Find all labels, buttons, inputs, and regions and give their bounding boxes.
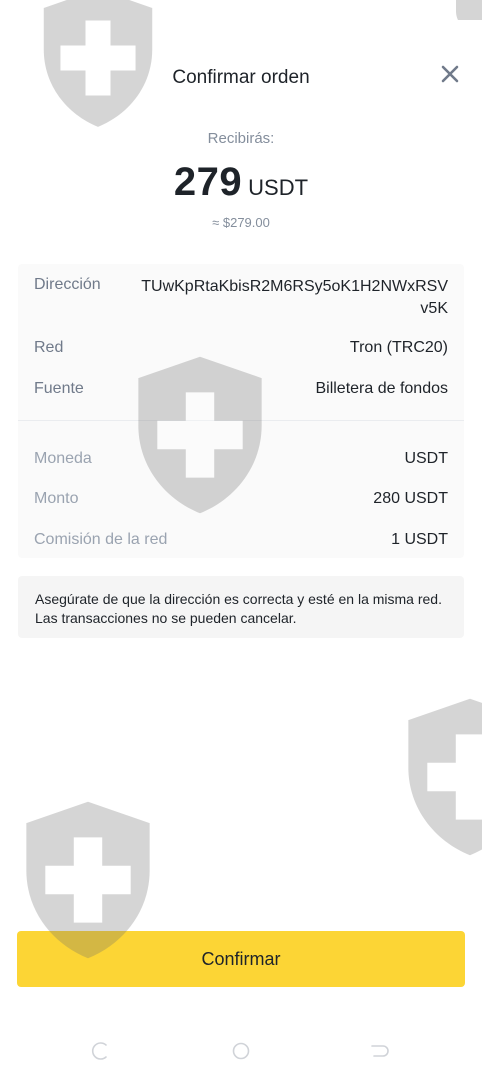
amount-label: Monto [34,490,79,507]
coin-label: Moneda [34,450,92,467]
network-value: Tron (TRC20) [349,339,448,356]
system-nav-bar [0,1036,482,1066]
receive-amount: 279 USDT [0,160,482,205]
shield-watermark-icon [392,694,482,860]
receive-label: Recibirás: [207,130,275,147]
fee-value: 1 USDT [391,531,448,548]
network-label: Red [34,339,64,356]
amount-currency: USDT [248,175,309,200]
close-icon[interactable] [438,62,462,86]
amount-value: 279 [173,160,243,204]
confirm-button[interactable]: Confirmar [17,931,465,987]
source-label: Fuente [34,380,84,397]
home-icon[interactable] [230,1040,252,1062]
fee-label: Comisión de la red [34,531,168,548]
back-icon[interactable] [368,1040,390,1062]
recents-icon[interactable] [90,1040,112,1062]
coin-value: USDT [404,450,448,467]
address-value: TUwKpRtaKbisR2M6RSy5oK1H2NWxRSVv5K [141,278,448,317]
dialog-title: Confirmar orden [172,67,310,88]
order-details-card: Dirección TUwKpRtaKbisR2M6RSy5oK1H2NWxRS… [18,264,464,558]
approx-fiat-value: ≈ $279.00 [212,215,270,230]
source-value: Billetera de fondos [315,380,448,397]
details-divider [18,420,464,421]
shield-watermark-icon [452,0,482,20]
amount-detail-value: 280 USDT [373,490,448,507]
address-label: Dirección [34,276,101,293]
warning-notice: Asegúrate de que la dirección es correct… [18,576,464,638]
dialog-header: Confirmar orden [0,52,482,106]
